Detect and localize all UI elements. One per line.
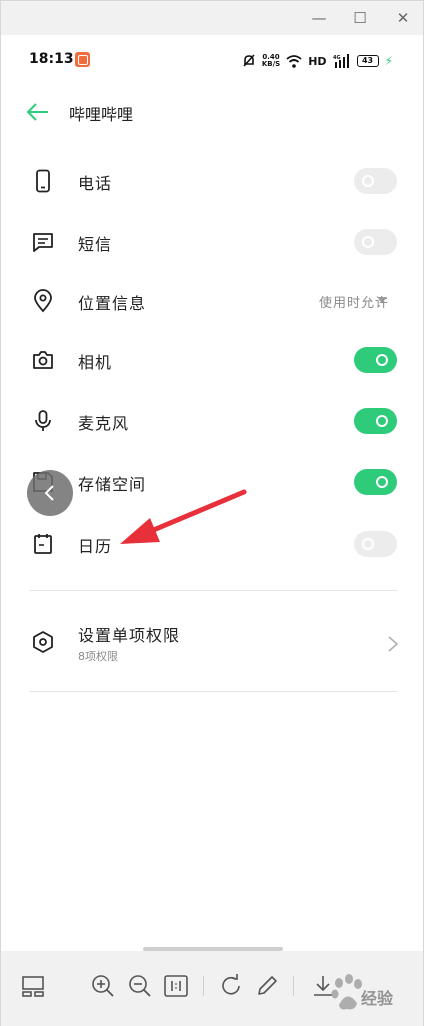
zoom-in-button[interactable] (90, 973, 116, 999)
settings-label: 设置单项权限 (78, 626, 181, 645)
maximize-button[interactable]: ☐ (350, 8, 370, 28)
status-time: 18:13 (29, 51, 74, 67)
microphone-icon (35, 410, 51, 431)
sms-permission-toggle[interactable] (354, 229, 397, 255)
toggle-knob (362, 538, 374, 550)
signal-icon: 4G (333, 54, 349, 68)
chevron-left-icon (44, 485, 54, 501)
hd-indicator: HD (308, 54, 327, 68)
individual-permission-settings[interactable]: 设置单项权限 8项权限 (1, 616, 423, 672)
zoom-out-button[interactable] (127, 973, 153, 999)
network-speed: 0.40 KB/S (262, 54, 280, 68)
dropdown-caret-icon[interactable] (377, 297, 387, 303)
settings-hexagon-icon (33, 631, 53, 653)
window-titlebar: — ☐ ✕ (1, 1, 423, 35)
network-speed-unit: KB/S (261, 60, 281, 68)
toolbar-separator (293, 976, 294, 996)
microphone-permission-toggle[interactable] (354, 408, 397, 434)
close-button[interactable]: ✕ (393, 8, 413, 28)
charging-icon: ⚡ (384, 54, 393, 68)
zoom-out-icon (129, 975, 151, 997)
permission-label: 相机 (78, 353, 113, 372)
thumbnail-icon (22, 976, 44, 997)
wifi-icon (286, 54, 302, 68)
page-title: 哔哩哔哩 (69, 105, 134, 124)
section-divider (29, 590, 397, 591)
toggle-knob (376, 415, 388, 427)
pencil-icon (258, 976, 277, 995)
battery-icon: 43 (356, 55, 379, 67)
actual-size-icon (164, 975, 188, 997)
toggle-knob (376, 476, 388, 488)
permission-label: 麦克风 (78, 414, 130, 433)
rotate-icon (222, 974, 240, 995)
watermark-text: 经验 (361, 989, 394, 1008)
app-notification-icon (75, 52, 90, 67)
camera-icon (33, 351, 53, 369)
toggle-knob (376, 354, 388, 366)
toolbar-separator (203, 976, 204, 996)
viewer-window: — ☐ ✕ 18:13 0.40 KB/S HD 4G 43 ⚡ 哔哩哔哩 电话… (0, 0, 424, 1026)
chevron-right-icon (388, 636, 399, 652)
annotation-arrow (120, 489, 247, 544)
phone-icon (36, 169, 50, 193)
edit-button[interactable] (254, 973, 280, 999)
permission-row-microphone[interactable]: 麦克风 (1, 401, 423, 441)
back-arrow-icon[interactable] (25, 101, 51, 123)
mute-bell-icon (243, 54, 255, 67)
phone-permission-toggle[interactable] (354, 168, 397, 194)
floating-back-button[interactable] (27, 470, 73, 516)
permission-label: 位置信息 (78, 294, 147, 313)
settings-sublabel: 8项权限 (78, 650, 118, 663)
permission-label: 日历 (78, 537, 113, 556)
location-icon (34, 289, 52, 313)
toggle-knob (362, 175, 374, 187)
zoom-in-icon (92, 975, 114, 997)
permission-row-location[interactable]: 位置信息 使用时允许 (1, 281, 423, 321)
section-divider (29, 691, 397, 692)
status-icons: 0.40 KB/S HD 4G 43 ⚡ (242, 50, 393, 72)
minimize-button[interactable]: — (309, 8, 329, 28)
status-bar: 18:13 0.40 KB/S HD 4G 43 ⚡ (1, 45, 423, 75)
permission-label: 电话 (78, 174, 113, 193)
calendar-permission-toggle[interactable] (354, 531, 397, 557)
camera-permission-toggle[interactable] (354, 347, 397, 373)
storage-permission-toggle[interactable] (354, 469, 397, 495)
thumbnail-view-button[interactable] (20, 973, 46, 999)
message-icon (33, 233, 53, 252)
calendar-icon (34, 534, 52, 554)
actual-size-button[interactable] (163, 973, 189, 999)
permission-row-phone[interactable]: 电话 (1, 161, 423, 201)
rotate-button[interactable] (218, 973, 244, 999)
permission-row-camera[interactable]: 相机 (1, 340, 423, 380)
toggle-knob (362, 236, 374, 248)
permission-row-sms[interactable]: 短信 (1, 222, 423, 262)
permission-label: 短信 (78, 235, 113, 254)
